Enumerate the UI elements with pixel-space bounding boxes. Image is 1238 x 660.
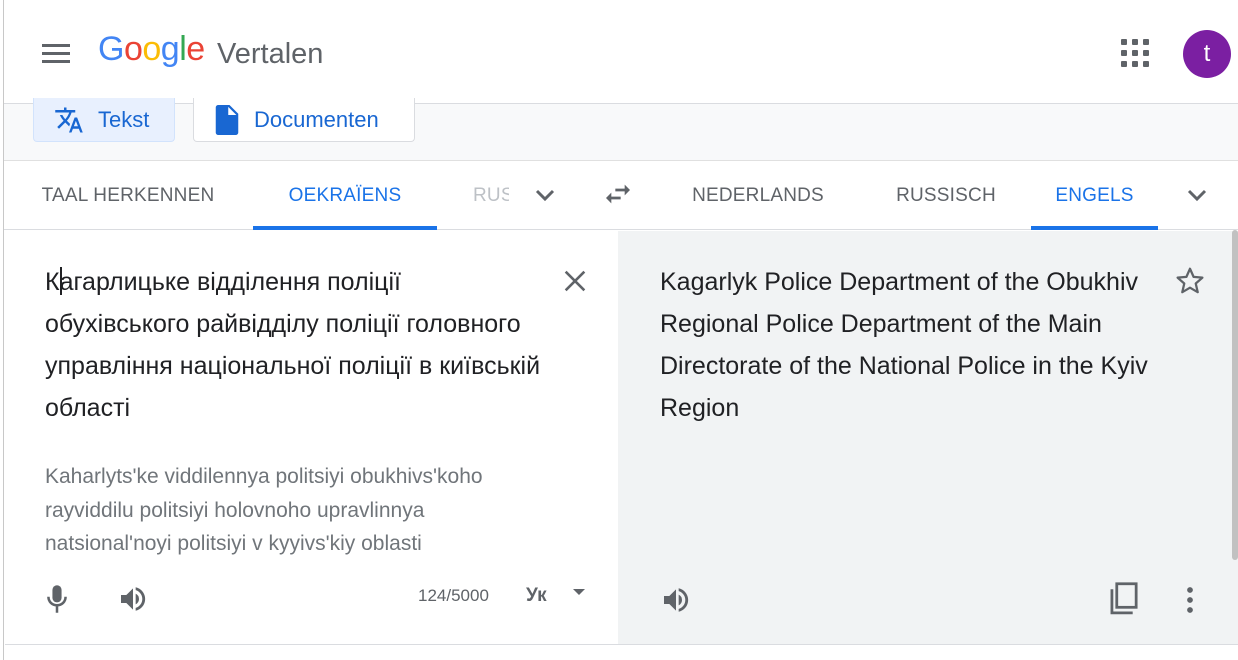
star-icon[interactable] xyxy=(1174,265,1206,297)
translation-output: Kagarlyk Police Department of the Obukhi… xyxy=(660,268,1148,422)
copy-icon[interactable] xyxy=(1106,581,1140,617)
text-mode-label: Tekst xyxy=(98,106,150,132)
chevron-down-icon[interactable] xyxy=(1181,179,1213,211)
documents-mode-button[interactable]: Documenten xyxy=(193,98,415,142)
source-textarea[interactable]: Кагарлицьке відділення поліції обухівськ… xyxy=(45,261,545,429)
chevron-down-icon[interactable] xyxy=(529,179,561,211)
source-lang-detect[interactable]: TAAL HERKENNEN xyxy=(24,161,232,230)
source-panel: Кагарлицьке відділення поліції обухівськ… xyxy=(5,231,618,644)
bottom-strip xyxy=(5,644,1238,660)
documents-mode-label: Documenten xyxy=(254,106,379,132)
keyboard-dropdown-icon[interactable] xyxy=(572,587,586,597)
app-header: Google Vertalen t xyxy=(0,0,1238,104)
mode-bar: Tekst Documenten xyxy=(0,98,1238,160)
target-lang-english[interactable]: ENGELS xyxy=(1031,161,1158,230)
product-name: Vertalen xyxy=(217,38,324,70)
speaker-icon[interactable] xyxy=(117,583,149,615)
more-vert-icon[interactable] xyxy=(1182,585,1198,615)
character-count: 124/5000 xyxy=(418,586,489,605)
mic-icon[interactable] xyxy=(43,583,71,615)
target-panel: Kagarlyk Police Department of the Obukhi… xyxy=(618,231,1238,644)
source-text-rest: агарлицьке відділення поліції обухівсько… xyxy=(45,268,541,422)
source-lang-ukrainian[interactable]: OEKRAÏENS xyxy=(253,161,437,230)
document-icon xyxy=(215,104,239,135)
speaker-icon[interactable] xyxy=(660,584,692,616)
close-icon[interactable] xyxy=(561,267,589,295)
window-edge xyxy=(0,0,4,660)
source-text-first: К xyxy=(45,268,60,296)
transliteration: Kaharlyts'ke viddilennya politsiyi obukh… xyxy=(45,465,483,555)
google-logo[interactable]: Google xyxy=(98,30,205,69)
apps-grid-icon[interactable] xyxy=(1118,36,1152,70)
swap-languages-icon[interactable] xyxy=(600,178,636,210)
scrollbar[interactable] xyxy=(1232,230,1238,560)
text-mode-button[interactable]: Tekst xyxy=(33,98,175,142)
keyboard-button[interactable]: Ук xyxy=(526,585,547,607)
target-lang-dutch[interactable]: NEDERLANDS xyxy=(676,161,840,230)
target-lang-russian[interactable]: RUSSISCH xyxy=(876,161,1016,230)
main-menu-button[interactable] xyxy=(38,38,74,70)
translate-icon xyxy=(55,107,83,132)
menu-icon xyxy=(42,44,70,47)
source-lang-russian[interactable]: RUS xyxy=(473,161,509,230)
account-avatar[interactable]: t xyxy=(1183,30,1231,78)
